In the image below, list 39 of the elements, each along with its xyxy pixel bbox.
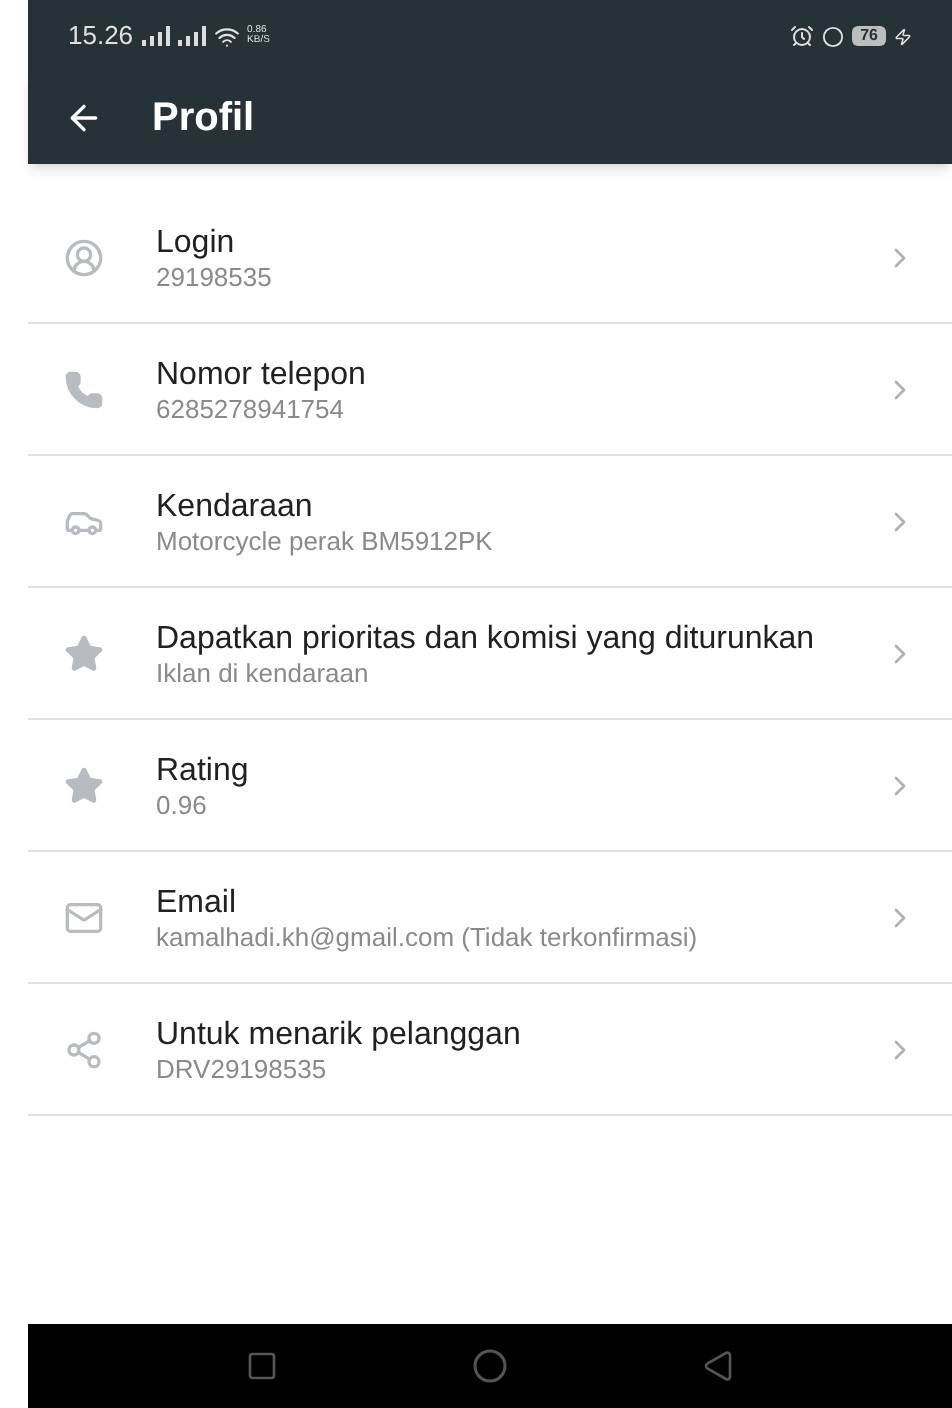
profile-item[interactable]: Untuk menarik pelanggan DRV29198535 (28, 984, 952, 1116)
item-subtitle: DRV29198535 (156, 1053, 329, 1083)
battery-indicator: 76 (852, 26, 886, 46)
item-title: Kendaraan (156, 487, 315, 525)
profile-item[interactable]: Login 29198535 (28, 192, 952, 324)
phone-icon (64, 369, 104, 409)
profile-item[interactable]: Dapatkan prioritas dan komisi yang diturunkan Iklan di kendaraan (28, 588, 952, 720)
clock: 15.26 (68, 18, 134, 55)
home-icon[interactable] (471, 1348, 508, 1384)
item-subtitle: 29198535 (156, 261, 274, 291)
profile-item[interactable]: Nomor telepon 6285278941754 (28, 324, 952, 456)
item-subtitle: kamalhadi.kh@gmail.com (Tidak terkonfirmasi) (156, 921, 700, 951)
item-title: Login (156, 223, 237, 261)
star-icon (64, 633, 104, 673)
share-icon (64, 1029, 104, 1069)
item-title: Untuk menarik pelanggan (156, 1015, 523, 1053)
recents-icon[interactable] (245, 1350, 278, 1382)
wifi-icon (213, 23, 240, 49)
item-title: Rating (156, 751, 251, 789)
alarm-icon (790, 24, 815, 48)
item-subtitle: Motorcycle perak BM5912PK (156, 525, 495, 555)
profile-item[interactable]: Email kamalhadi.kh@gmail.com (Tidak terkonfirmasi) (28, 852, 952, 984)
item-subtitle: Iklan di kendaraan (156, 657, 371, 687)
item-title: Nomor telepon (156, 355, 368, 393)
back-nav-icon[interactable] (702, 1350, 735, 1382)
location-icon (822, 25, 845, 47)
item-title: Email (156, 883, 239, 921)
charging-icon (894, 27, 912, 45)
user-icon (64, 237, 104, 277)
item-subtitle: 0.96 (156, 789, 209, 819)
profile-item[interactable]: Rating 0.96 (28, 720, 952, 852)
item-subtitle: 6285278941754 (156, 393, 346, 423)
mail-icon (64, 897, 104, 937)
signal-icon (177, 26, 206, 46)
item-title: Dapatkan prioritas dan komisi yang diturunkan (156, 619, 817, 657)
star-icon (64, 765, 104, 805)
signal-icon (141, 26, 170, 46)
page-title: Profil (152, 94, 255, 144)
profile-item[interactable]: Kendaraan Motorcycle perak BM5912PK (28, 456, 952, 588)
